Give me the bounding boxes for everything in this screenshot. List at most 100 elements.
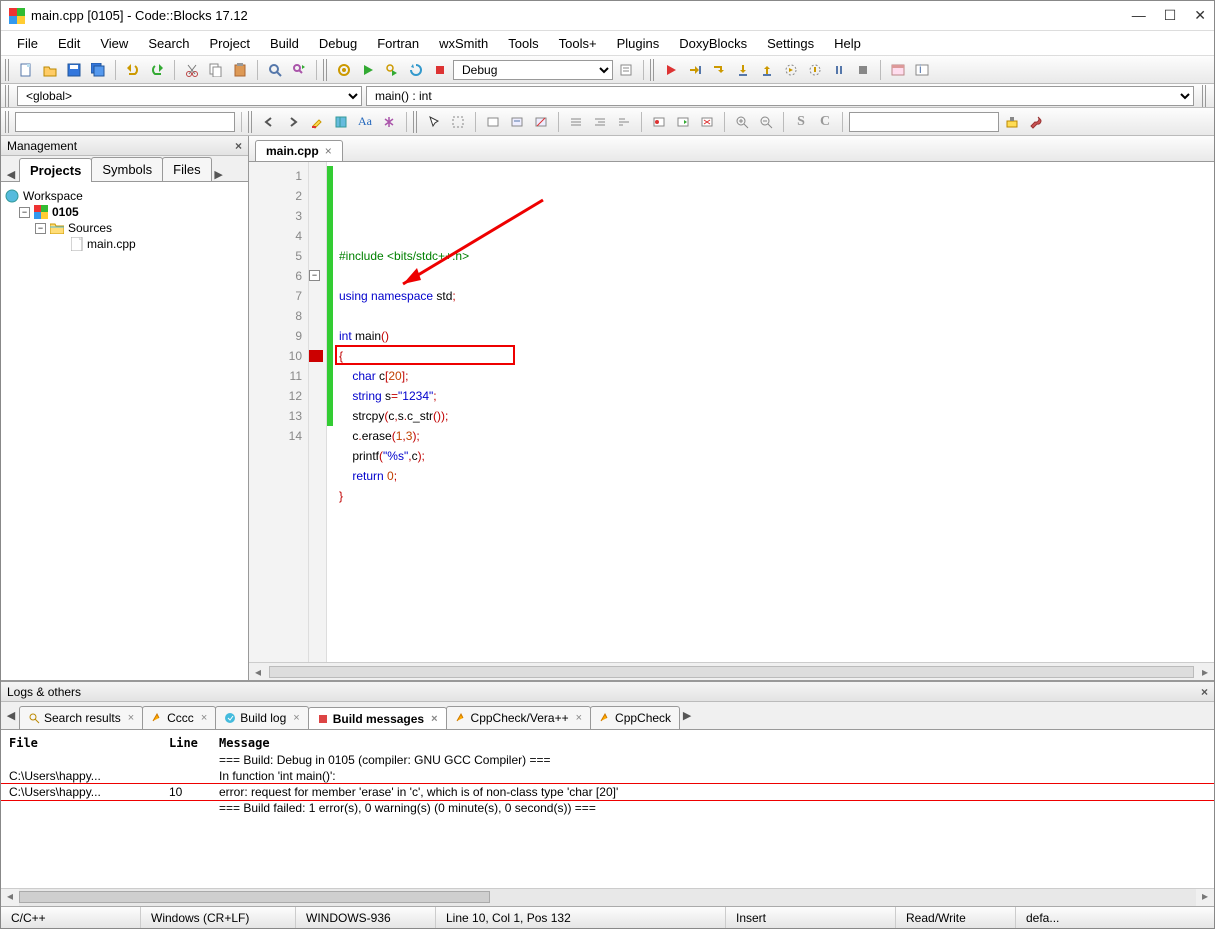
menu-project[interactable]: Project [200, 33, 260, 54]
tab-symbols[interactable]: Symbols [91, 157, 163, 181]
scroll-left-icon[interactable]: ◂ [249, 665, 267, 679]
menu-edit[interactable]: Edit [48, 33, 90, 54]
match-case-button[interactable]: Aa [354, 111, 376, 133]
unindent-button[interactable] [589, 111, 611, 133]
tab-close-icon[interactable]: × [431, 713, 437, 725]
tab-close-icon[interactable]: × [201, 712, 207, 724]
step-into-button[interactable] [732, 59, 754, 81]
toolbar-grip[interactable] [413, 111, 419, 133]
log-row[interactable]: === Build: Debug in 0105 (compiler: GNU … [1, 752, 1214, 768]
scroll-thumb[interactable] [269, 666, 1194, 678]
col-line[interactable]: Line [161, 734, 211, 752]
menu-fortran[interactable]: Fortran [367, 33, 429, 54]
minimize-button[interactable]: — [1132, 7, 1146, 24]
letter-c-icon[interactable]: C [814, 111, 836, 133]
tab-close-icon[interactable]: × [576, 712, 582, 724]
tab-nav-left-icon[interactable]: ◀ [3, 709, 19, 722]
new-file-button[interactable] [15, 59, 37, 81]
logs-close-icon[interactable]: × [1201, 685, 1208, 699]
scroll-thumb[interactable] [19, 891, 490, 903]
menu-doxyblocks[interactable]: DoxyBlocks [669, 33, 757, 54]
collapse-icon[interactable]: − [35, 223, 46, 234]
save-all-button[interactable] [87, 59, 109, 81]
letter-s-icon[interactable]: S [790, 111, 812, 133]
menu-help[interactable]: Help [824, 33, 871, 54]
management-close-icon[interactable]: × [235, 139, 242, 153]
code-text[interactable]: #include <bits/stdc++.h>using namespace … [333, 162, 1214, 662]
uncomment-button[interactable] [530, 111, 552, 133]
replace-button[interactable] [288, 59, 310, 81]
log-row[interactable]: === Build failed: 1 error(s), 0 warning(… [1, 800, 1214, 816]
logs-hscrollbar[interactable]: ◂ ▸ [1, 888, 1214, 906]
nav-fwd-button[interactable] [282, 111, 304, 133]
collapse-icon[interactable]: − [19, 207, 30, 218]
cut-button[interactable] [181, 59, 203, 81]
tab-nav-right-icon[interactable]: ▶ [679, 709, 695, 722]
toolbar-grip[interactable] [248, 111, 254, 133]
menu-wxsmith[interactable]: wxSmith [429, 33, 498, 54]
zoom-in-button[interactable] [731, 111, 753, 133]
break-next-button[interactable] [672, 111, 694, 133]
tab-files[interactable]: Files [162, 157, 211, 181]
regex-button[interactable] [378, 111, 400, 133]
target-settings-button[interactable] [615, 59, 637, 81]
toolbar-grip[interactable] [1202, 85, 1208, 107]
editor-tab-main[interactable]: main.cpp × [255, 140, 343, 161]
settings-icon[interactable] [1001, 111, 1023, 133]
close-button[interactable]: ✕ [1194, 7, 1206, 24]
highlight-button[interactable] [306, 111, 328, 133]
tab-close-icon[interactable]: × [293, 712, 299, 724]
col-file[interactable]: File [1, 734, 161, 752]
break-clear-button[interactable] [696, 111, 718, 133]
scroll-right-icon[interactable]: ▸ [1196, 889, 1214, 906]
tab-close-icon[interactable]: × [128, 712, 134, 724]
build-run-button[interactable] [381, 59, 403, 81]
logs-body[interactable]: File Line Message === Build: Debug in 01… [1, 730, 1214, 888]
tab-projects[interactable]: Projects [19, 158, 92, 182]
run-to-cursor-button[interactable] [684, 59, 706, 81]
code-area[interactable]: 1234567891011121314 − #include <bits/std… [249, 162, 1214, 662]
toggle-comment-button[interactable] [482, 111, 504, 133]
tab-nav-right-icon[interactable]: ▶ [211, 168, 227, 181]
step-into-instr-button[interactable] [804, 59, 826, 81]
tab-search-results[interactable]: Search results× [19, 706, 143, 729]
menu-search[interactable]: Search [138, 33, 199, 54]
tab-cppcheck-vera[interactable]: CppCheck/Vera++× [446, 706, 592, 729]
tab-cccc[interactable]: Cccc× [142, 706, 216, 729]
debug-windows-button[interactable] [887, 59, 909, 81]
toolbar-grip[interactable] [323, 59, 329, 81]
editor-hscrollbar[interactable]: ◂ ▸ [249, 662, 1214, 680]
abort-button[interactable] [429, 59, 451, 81]
log-row[interactable]: C:\Users\happy...In function 'int main()… [1, 768, 1214, 784]
redo-button[interactable] [146, 59, 168, 81]
menu-plugins[interactable]: Plugins [607, 33, 670, 54]
tab-build-messages[interactable]: Build messages× [308, 707, 447, 730]
function-combo[interactable]: main() : int [366, 86, 1194, 106]
tab-cppcheck[interactable]: CppCheck [590, 706, 680, 729]
log-row[interactable]: C:\Users\happy...10error: request for me… [1, 784, 1214, 800]
tab-nav-left-icon[interactable]: ◀ [3, 168, 19, 181]
marker-column[interactable]: − [309, 162, 327, 662]
pointer-icon[interactable] [423, 111, 445, 133]
save-button[interactable] [63, 59, 85, 81]
menu-tools[interactable]: Tools [498, 33, 548, 54]
toolbar-grip[interactable] [650, 59, 656, 81]
find-button[interactable] [264, 59, 286, 81]
build-target-combo[interactable]: Debug [453, 60, 613, 80]
comment-block-button[interactable] [506, 111, 528, 133]
search-text-input[interactable] [15, 112, 235, 132]
menu-build[interactable]: Build [260, 33, 309, 54]
menu-debug[interactable]: Debug [309, 33, 367, 54]
debug-start-button[interactable] [660, 59, 682, 81]
scope-combo[interactable]: <global> [17, 86, 362, 106]
step-out-button[interactable] [756, 59, 778, 81]
project-tree[interactable]: Workspace −0105 −Sources main.cpp [1, 182, 248, 680]
nav-back-button[interactable] [258, 111, 280, 133]
zoom-out-button[interactable] [755, 111, 777, 133]
rebuild-button[interactable] [405, 59, 427, 81]
toolbar-grip[interactable] [5, 59, 11, 81]
indent-button[interactable] [565, 111, 587, 133]
build-button[interactable] [333, 59, 355, 81]
select-icon[interactable] [447, 111, 469, 133]
menu-settings[interactable]: Settings [757, 33, 824, 54]
